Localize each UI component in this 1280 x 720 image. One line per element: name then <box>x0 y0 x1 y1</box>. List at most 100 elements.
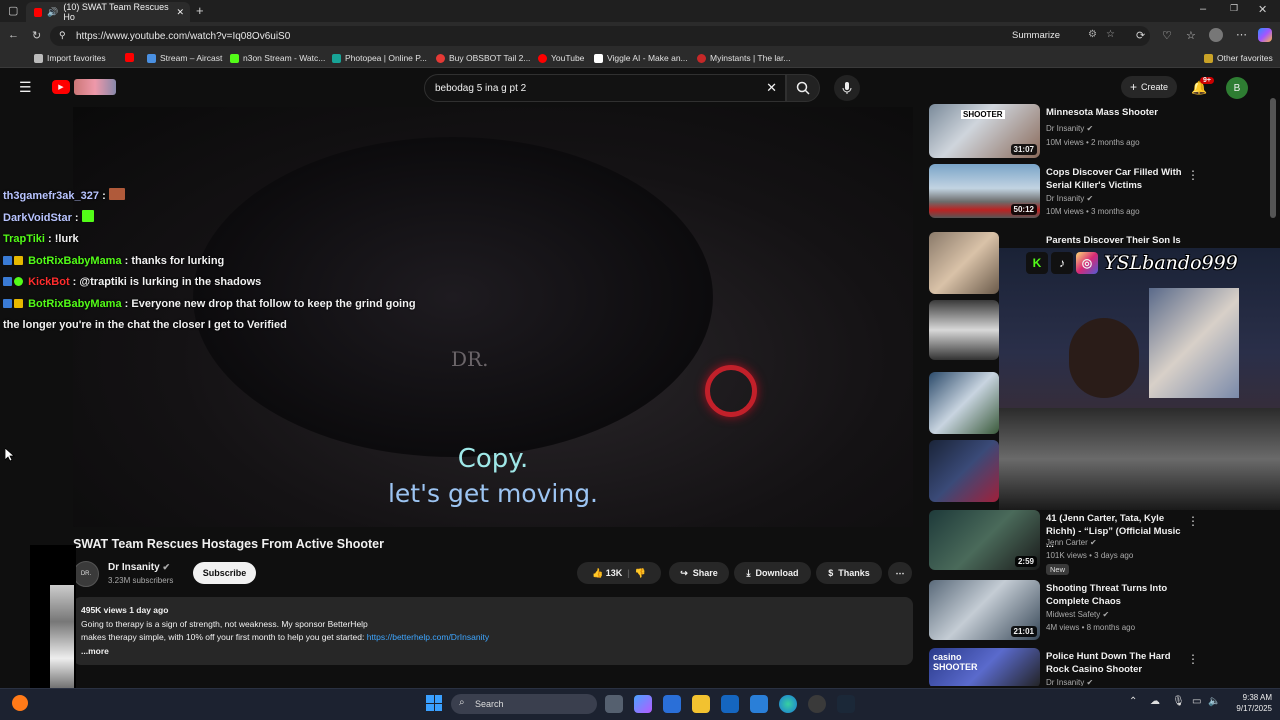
chat-username: BotRixBabyMama <box>28 297 122 310</box>
refresh-icon[interactable]: ↻ <box>32 29 41 42</box>
channel-avatar[interactable]: DR. <box>73 561 99 587</box>
close-tab-icon[interactable]: ✕ <box>176 7 184 18</box>
more-actions-button[interactable]: ⋯ <box>888 562 912 584</box>
video-thumbnail[interactable] <box>929 372 999 434</box>
weather-icon[interactable] <box>12 695 28 711</box>
show-more-button[interactable]: ...more <box>81 645 905 659</box>
profile-icon[interactable] <box>1209 28 1223 42</box>
outlook-icon[interactable] <box>721 695 739 713</box>
recommendation-item[interactable]: 2:59 41 (Jenn Carter, Tata, Kyle Richh) … <box>929 510 1259 575</box>
youtube-icon <box>538 53 547 63</box>
voice-search-button[interactable] <box>834 75 860 101</box>
browser-tab[interactable]: 🔊 (10) SWAT Team Rescues Ho ✕ <box>26 2 190 22</box>
steam-icon[interactable] <box>837 695 855 713</box>
video-thumbnail[interactable]: 2:59 <box>929 510 1040 570</box>
favorites-icon[interactable]: ☆ <box>1186 29 1196 42</box>
extensions-icon[interactable]: ⟳ <box>1136 29 1145 42</box>
tab-actions-icon[interactable]: ▢ <box>8 4 18 17</box>
copilot-icon[interactable] <box>1258 28 1272 42</box>
search-button[interactable] <box>786 74 820 102</box>
bookmark-obsbot[interactable]: Buy OBSBOT Tail 2... <box>436 53 530 63</box>
more-options-icon[interactable]: ⋮ <box>1187 652 1199 666</box>
bot-badge-icon <box>14 298 23 308</box>
start-menu-icon[interactable] <box>426 695 442 711</box>
new-tab-icon[interactable]: + <box>196 3 204 18</box>
obs-icon[interactable] <box>808 695 826 713</box>
taskbar-search[interactable]: ⌕ Search <box>451 694 597 714</box>
photos-icon[interactable] <box>750 695 768 713</box>
copilot-app-icon[interactable] <box>634 695 652 713</box>
menu-icon[interactable]: ☰ <box>19 79 32 96</box>
recommendation-title: Police Hunt Down The Hard Rock Casino Sh… <box>1046 651 1171 675</box>
doodle-logo-icon[interactable] <box>74 79 116 95</box>
bookmark-n3on[interactable]: n3on Stream - Watc... <box>230 53 325 63</box>
back-icon[interactable]: ← <box>8 29 19 41</box>
store-icon[interactable] <box>663 695 681 713</box>
recommendation-channel: Dr Insanity ✔ <box>1046 678 1094 686</box>
channel-name[interactable]: Dr Insanity ✔ <box>108 562 170 573</box>
video-thumbnail[interactable]: 50:12 <box>929 164 1040 218</box>
network-icon[interactable]: ▭ <box>1192 696 1201 707</box>
bookmark-viggle[interactable]: Viggle AI - Make an... <box>594 53 688 63</box>
recommendation-item[interactable]: casino SHOOTER Police Hunt Down The Hard… <box>929 648 1259 686</box>
bookmark-photopea[interactable]: Photopea | Online P... <box>332 53 427 63</box>
favorite-star-icon[interactable]: ☆ <box>1106 29 1115 40</box>
show-hidden-icons[interactable]: ⌃ <box>1129 696 1137 707</box>
video-thumbnail[interactable]: 21:01 <box>929 580 1040 640</box>
dislike-button[interactable]: 👎 <box>635 568 646 579</box>
youtube-logo-icon[interactable]: ▶ <box>52 80 70 94</box>
download-button[interactable]: ⤓ Download <box>734 562 811 584</box>
task-view-icon[interactable] <box>605 695 623 713</box>
video-red-light <box>705 365 757 417</box>
search-input[interactable]: bebodag 5 ina g pt 2 ✕ <box>424 74 786 102</box>
site-info-icon[interactable]: ⚲ <box>59 30 66 41</box>
create-button[interactable]: + Create <box>1121 76 1177 98</box>
recommendation-item[interactable]: 50:12 Cops Discover Car Filled With Seri… <box>929 164 1259 228</box>
close-window-icon[interactable]: ✕ <box>1258 3 1267 16</box>
share-button[interactable]: ↪ Share <box>669 562 729 584</box>
video-thumbnail[interactable] <box>929 232 999 294</box>
bookmark-import[interactable]: Import favorites <box>34 53 106 63</box>
description-link[interactable]: https://betterhelp.com/DrInsanity <box>367 632 489 642</box>
myinstants-icon <box>697 53 706 63</box>
address-bar[interactable]: ⚲ https://www.youtube.com/watch?v=Iq08Ov… <box>50 26 1150 46</box>
audio-icon[interactable]: 🔊 <box>47 7 58 18</box>
onedrive-icon[interactable]: ☁ <box>1150 696 1160 707</box>
recommendation-item[interactable]: 21:01 Shooting Threat Turns Into Complet… <box>929 580 1259 644</box>
mic-tray-icon[interactable]: 🎙 <box>1172 696 1185 707</box>
edge-browser-icon[interactable] <box>779 695 797 713</box>
bookmark-youtube-favicon[interactable] <box>125 53 134 62</box>
read-aloud-icon[interactable]: ⚙ <box>1088 29 1097 40</box>
video-thumbnail[interactable]: casino SHOOTER <box>929 648 1040 686</box>
subscribe-button[interactable]: Subscribe <box>193 562 256 584</box>
file-explorer-icon[interactable] <box>692 695 710 713</box>
recommendation-channel: Dr Insanity ✔ <box>1046 194 1094 203</box>
scrollbar[interactable] <box>1270 98 1276 218</box>
clear-search-icon[interactable]: ✕ <box>766 80 777 96</box>
video-thumbnail[interactable]: SHOOTER 31:07 <box>929 104 1040 158</box>
description-box[interactable]: 495K views 1 day ago Going to therapy is… <box>73 597 913 665</box>
more-options-icon[interactable]: ⋮ <box>1187 514 1199 528</box>
viggle-icon <box>594 53 603 63</box>
bookmark-other-favorites[interactable]: Other favorites <box>1204 53 1273 63</box>
verified-check-icon: ✔ <box>1086 678 1094 686</box>
like-button[interactable]: 👍 13K <box>592 568 622 579</box>
system-clock[interactable]: 9:38 AM 9/17/2025 <box>1222 692 1272 714</box>
more-options-icon[interactable]: ⋮ <box>1187 168 1199 182</box>
bookmark-youtube[interactable]: YouTube <box>538 53 584 63</box>
browser-essentials-icon[interactable]: ♡ <box>1162 29 1172 42</box>
more-menu-icon[interactable]: ⋯ <box>1236 28 1247 41</box>
summarize-button[interactable]: Summarize <box>1012 30 1060 41</box>
video-thumbnail[interactable] <box>929 440 999 502</box>
recommendation-meta: 101K views • 3 days ago <box>1046 551 1134 560</box>
minimize-icon[interactable]: – <box>1200 3 1206 15</box>
thanks-button[interactable]: $ Thanks <box>816 562 882 584</box>
chat-message: BotRixBabyMama : thanks for lurking <box>3 251 463 273</box>
bookmark-myinstants[interactable]: Myinstants | The lar... <box>697 53 790 63</box>
maximize-icon[interactable]: ❐ <box>1230 3 1238 14</box>
volume-icon[interactable]: 🔈 <box>1208 696 1220 707</box>
video-thumbnail[interactable] <box>929 300 999 360</box>
account-avatar[interactable]: B <box>1226 77 1248 99</box>
recommendation-item[interactable]: SHOOTER 31:07 Minnesota Mass Shooter Dr … <box>929 104 1259 168</box>
bookmark-aircast[interactable]: Stream – Aircast <box>147 53 222 63</box>
